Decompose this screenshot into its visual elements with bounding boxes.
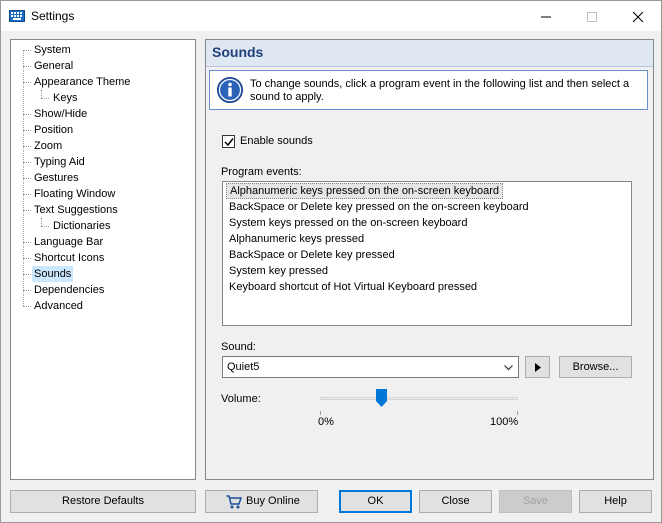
event-list-item[interactable]: System keys pressed on the on-screen key… <box>226 215 470 231</box>
info-box: To change sounds, click a program event … <box>209 70 648 110</box>
slider-tick <box>320 411 321 415</box>
tree-item[interactable]: Floating Window <box>32 186 117 202</box>
tree-connector <box>41 90 42 98</box>
enable-sounds-checkbox[interactable] <box>222 135 235 148</box>
tree-item[interactable]: Text Suggestions <box>32 202 120 218</box>
minimize-icon <box>541 16 551 18</box>
section-title: Sounds <box>212 44 264 60</box>
volume-slider-thumb[interactable] <box>375 389 387 407</box>
tree-connector <box>23 242 31 243</box>
close-window-button[interactable] <box>615 1 661 31</box>
window-title: Settings <box>31 9 75 23</box>
tree-connector <box>23 50 31 51</box>
tree-connector <box>23 306 31 307</box>
help-button[interactable]: Help <box>579 490 652 513</box>
title-bar[interactable]: Settings <box>1 1 661 31</box>
section-header: Sounds <box>206 40 653 67</box>
tree-connector <box>23 210 31 211</box>
program-events-label: Program events: <box>221 166 302 178</box>
volume-max-label: 100% <box>490 416 519 428</box>
tree-connector <box>23 130 31 131</box>
enable-sounds-label[interactable]: Enable sounds <box>240 135 313 147</box>
volume-slider-track[interactable] <box>320 397 518 400</box>
tree-item[interactable]: Dependencies <box>32 282 106 298</box>
close-button[interactable]: Close <box>419 490 492 513</box>
ok-button[interactable]: OK <box>339 490 412 513</box>
volume-min-label: 0% <box>318 416 334 428</box>
restore-defaults-button[interactable]: Restore Defaults <box>10 490 196 513</box>
checkmark-icon <box>224 138 234 147</box>
sound-value: Quiet5 <box>227 361 260 373</box>
sound-dropdown[interactable]: Quiet5 <box>222 356 519 378</box>
slider-tick <box>517 411 518 415</box>
event-list-item[interactable]: System key pressed <box>226 263 331 279</box>
browse-button[interactable]: Browse... <box>559 356 632 378</box>
tree-item[interactable]: Keys <box>51 90 79 106</box>
tree-item[interactable]: Sounds <box>32 266 74 282</box>
tree-item[interactable]: Dictionaries <box>51 218 112 234</box>
tree-connector <box>23 290 31 291</box>
keyboard-icon <box>9 10 25 25</box>
volume-label: Volume: <box>221 393 261 405</box>
play-sound-button[interactable] <box>525 356 550 378</box>
tree-connector <box>23 114 31 115</box>
tree-item[interactable]: Language Bar <box>32 234 105 250</box>
maximize-button[interactable] <box>569 1 615 31</box>
tree-item[interactable]: System <box>32 42 73 58</box>
chevron-down-icon <box>504 365 513 371</box>
play-icon <box>535 363 541 372</box>
maximize-icon <box>587 12 597 22</box>
tree-item[interactable]: General <box>32 58 75 74</box>
tree-connector <box>41 98 49 99</box>
event-list-item[interactable]: Alphanumeric keys pressed on the on-scre… <box>226 183 504 199</box>
minimize-button[interactable] <box>523 1 569 31</box>
tree-connector <box>23 82 31 83</box>
tree-connector <box>23 178 31 179</box>
sounds-panel: Sounds To change sounds, click a program… <box>205 39 654 480</box>
buy-online-button[interactable]: Buy Online <box>205 490 318 513</box>
tree-item[interactable]: Appearance Theme <box>32 74 132 90</box>
tree-item[interactable]: Position <box>32 122 75 138</box>
tree-connector <box>41 226 49 227</box>
tree-item[interactable]: Gestures <box>32 170 81 186</box>
event-list-item[interactable]: BackSpace or Delete key pressed <box>226 247 398 263</box>
tree-connector <box>23 146 31 147</box>
tree-connector <box>23 258 31 259</box>
info-icon <box>216 76 244 107</box>
cart-icon <box>226 495 243 517</box>
tree-connector <box>23 162 31 163</box>
event-list-item[interactable]: Keyboard shortcut of Hot Virtual Keyboar… <box>226 279 480 295</box>
sound-label: Sound: <box>221 341 256 353</box>
program-events-list[interactable]: Alphanumeric keys pressed on the on-scre… <box>222 181 632 326</box>
buy-online-label: Buy Online <box>246 495 300 507</box>
tree-connector <box>41 218 42 226</box>
tree-item[interactable]: Zoom <box>32 138 64 154</box>
settings-tree[interactable]: System General Appearance Theme Keys Show/Hi… <box>10 39 196 480</box>
event-list-item[interactable]: Alphanumeric keys pressed <box>226 231 367 247</box>
tree-item[interactable]: Typing Aid <box>32 154 87 170</box>
tree-item[interactable]: Advanced <box>32 298 85 314</box>
settings-window: Settings System General Appearance Theme Ke… <box>0 0 662 523</box>
info-text: To change sounds, click a program event … <box>250 78 630 103</box>
save-button[interactable]: Save <box>499 490 572 513</box>
close-icon <box>632 11 644 23</box>
event-list-item[interactable]: BackSpace or Delete key pressed on the o… <box>226 199 532 215</box>
tree-item[interactable]: Shortcut Icons <box>32 250 106 266</box>
tree-item[interactable]: Show/Hide <box>32 106 89 122</box>
tree-connector <box>23 274 31 275</box>
tree-connector <box>23 194 31 195</box>
tree-connector <box>23 66 31 67</box>
